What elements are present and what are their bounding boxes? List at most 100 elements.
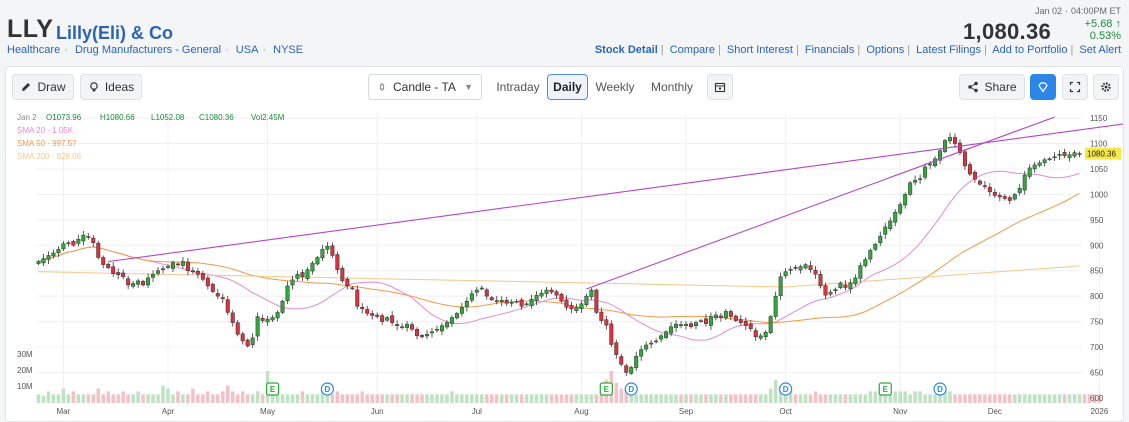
volume-bar [758, 394, 763, 403]
link-stock-detail[interactable]: Stock Detail [595, 44, 658, 56]
volume-bar [490, 394, 494, 403]
candle-body [634, 355, 639, 369]
candle-body [639, 349, 644, 357]
candle-body [803, 264, 808, 269]
company-name[interactable]: Lilly(Eli) & Co [56, 23, 173, 44]
tab-intraday[interactable]: Intraday [490, 74, 546, 100]
draw-button[interactable]: Draw [12, 74, 74, 100]
premium-button[interactable] [1030, 74, 1056, 100]
volume-bar [260, 394, 265, 403]
quote-links: Stock Detail | Compare | Short Interest | F… [594, 44, 1121, 56]
volume-bar [206, 391, 210, 403]
volume-tick-label: 20M [17, 366, 33, 375]
volume-bar [485, 394, 489, 403]
candle-body [619, 356, 624, 365]
volume-bar [983, 394, 987, 403]
volume-bar [385, 394, 389, 403]
volume-bar [151, 394, 155, 403]
lightbulb-icon [90, 82, 98, 92]
volume-bar [684, 394, 688, 403]
candle-body [529, 298, 534, 306]
candle-body [664, 331, 669, 338]
volume-bar [504, 394, 509, 403]
candle-body [1052, 156, 1057, 159]
volume-bar [818, 394, 823, 403]
settings-button[interactable] [1093, 74, 1119, 100]
candle-body [300, 272, 305, 278]
candle-body [878, 235, 883, 244]
link-short-interest[interactable]: Short Interest [727, 44, 793, 56]
chart-panel: Draw Ideas Candle - TA ▼ Intraday Daily … [5, 66, 1124, 422]
link-financials[interactable]: Financials [805, 44, 855, 56]
ideas-button[interactable]: Ideas [80, 74, 142, 100]
volume-bar [475, 394, 479, 403]
volume-bar [1027, 394, 1032, 403]
candle-body [151, 274, 156, 278]
candle-body [728, 311, 733, 317]
candle-body [863, 259, 868, 266]
volume-bar [669, 394, 673, 403]
meta-sector[interactable]: Healthcare [7, 44, 60, 56]
volume-bar [1017, 394, 1022, 403]
candle-body [693, 322, 698, 327]
fullscreen-button[interactable] [1062, 74, 1088, 100]
candle-body [838, 282, 843, 288]
y-tick-label: 650 [1090, 368, 1104, 377]
candle-body [644, 344, 649, 350]
volume-bar [549, 394, 554, 403]
volume-bar [719, 394, 723, 403]
volume-bar [734, 394, 738, 403]
chart-type-select[interactable]: Candle - TA ▼ [368, 74, 482, 100]
candle-body [96, 242, 101, 258]
volume-bar [913, 391, 917, 403]
earnings-marker-label: E [883, 385, 889, 394]
candle-body [768, 316, 773, 333]
tab-daily[interactable]: Daily [547, 74, 588, 100]
price-chart[interactable]: E D E D D E D 1150 1100 1050 1000 950 900 850 800 750 7… [6, 107, 1123, 422]
volume-bar [450, 391, 454, 403]
volume-bar [584, 394, 589, 403]
tab-monthly[interactable]: Monthly [646, 74, 698, 100]
volume-bar [46, 391, 51, 403]
candle-body [609, 323, 614, 345]
candle-body [992, 192, 997, 196]
meta-exchange[interactable]: NYSE [273, 44, 303, 56]
candle-body [689, 323, 693, 327]
candle-body [584, 295, 589, 305]
change-percent: 0.53% [1089, 30, 1121, 42]
candle-body [738, 319, 743, 323]
candle-body [579, 303, 584, 309]
ideas-label: Ideas [104, 80, 135, 94]
candle-body [175, 263, 180, 266]
volume-bar [96, 388, 101, 403]
quote-datetime: Jan 02 · 04:00PM ET [1034, 6, 1121, 16]
candle-body [141, 281, 146, 286]
calendar-button[interactable] [707, 74, 733, 100]
link-latest-filings[interactable]: Latest Filings [916, 44, 981, 56]
candle-body [748, 323, 753, 329]
volume-bar [544, 394, 549, 403]
candle-body [718, 315, 723, 318]
candle-body [265, 318, 270, 323]
meta-country[interactable]: USA [236, 44, 259, 56]
volume-bar [430, 394, 434, 403]
volume-bar [918, 391, 922, 403]
volume-bar [953, 394, 957, 403]
volume-bar [375, 394, 379, 403]
volume-bar [1077, 394, 1082, 403]
volume-bar [400, 394, 404, 403]
volume-bar [679, 394, 683, 403]
x-tick-label: Dec [988, 407, 1002, 416]
candle-body [898, 204, 903, 214]
meta-industry[interactable]: Drug Manufacturers - General [75, 44, 221, 56]
link-add-to-portfolio[interactable]: Add to Portfolio [992, 44, 1067, 56]
link-set-alert[interactable]: Set Alert [1079, 44, 1121, 56]
volume-bar [928, 394, 932, 403]
share-button[interactable]: Share [959, 74, 1025, 100]
candle-body [385, 317, 390, 321]
volume-bar [440, 394, 444, 403]
link-options[interactable]: Options [866, 44, 904, 56]
link-compare[interactable]: Compare [670, 44, 715, 56]
tab-weekly[interactable]: Weekly [592, 74, 638, 100]
volume-bar [156, 394, 160, 403]
